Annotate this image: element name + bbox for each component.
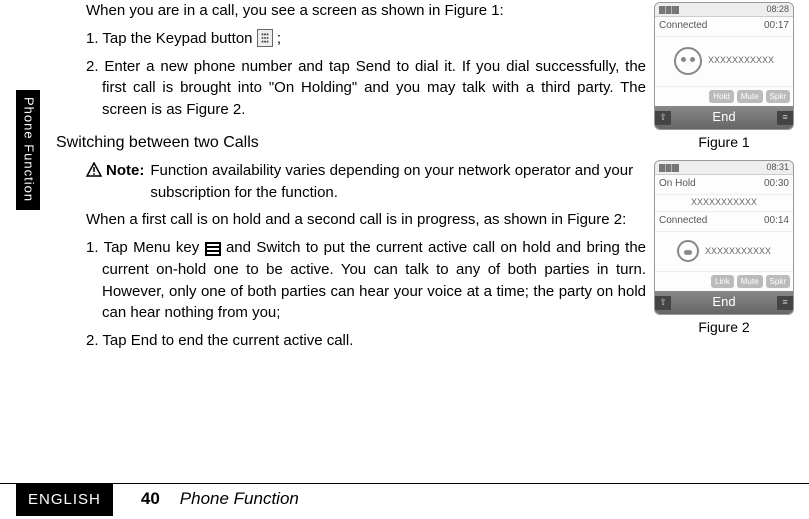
menu-icon [205, 242, 221, 256]
signal-icon [659, 6, 679, 14]
fig2-onhold-timer: 00:30 [764, 177, 789, 192]
fig1-face-row: XXXXXXXXXXX [655, 37, 793, 87]
fig2-clock: 08:31 [766, 161, 789, 174]
intro-text-2: When a first call is on hold and a secon… [86, 209, 646, 231]
fig2-buttons: Link Mute Spkr [655, 272, 793, 292]
step-3-text-a: 1. Tap Menu key [86, 239, 199, 256]
fig1-number: XXXXXXXXXXX [708, 54, 774, 67]
fig1-left-softkey-icon[interactable]: ⇧ [655, 111, 671, 125]
fig1-right-softkey-icon[interactable]: ≡ [777, 111, 793, 125]
fig2-end-label: End [712, 293, 735, 312]
fig1-end-label: End [712, 108, 735, 127]
step-1-text-a: 1. Tap the Keypad button [86, 30, 253, 47]
side-tab-phone-function: Phone Function [16, 90, 40, 210]
fig1-clock: 08:28 [766, 3, 789, 16]
step-1-text-b: ; [273, 30, 281, 47]
fig1-end-bar[interactable]: ⇧ End ≡ [655, 106, 793, 129]
step-4: 2. Tap End to end the current active cal… [86, 330, 646, 352]
figure-1-phone: 08:28 Connected 00:17 XXXXXXXXXXX Hold M… [654, 2, 794, 130]
note-label: Note: [106, 160, 144, 204]
fig1-status-text: Connected [659, 19, 707, 34]
fig2-end-bar[interactable]: ⇧ End ≡ [655, 291, 793, 314]
fig2-onhold-row: On Hold 00:30 [655, 175, 793, 195]
figure-2-caption: Figure 2 [649, 317, 799, 337]
note-text: Function availability varies depending o… [150, 160, 646, 204]
fig1-status-bar: 08:28 [655, 3, 793, 17]
step-2: 2. Enter a new phone number and tap Send… [86, 56, 646, 121]
page-footer: ENGLISH 40 Phone Function [0, 483, 809, 515]
figure-1-caption: Figure 1 [649, 132, 799, 152]
face-icon [674, 47, 702, 75]
fig2-status-text: Connected [659, 214, 707, 229]
fig2-face-row: XXXXXXXXXXX [655, 232, 793, 272]
fig2-spkr-button[interactable]: Spkr [766, 275, 790, 289]
fig1-connected-row: Connected 00:17 [655, 17, 793, 37]
fig2-mute-button[interactable]: Mute [737, 275, 763, 289]
figure-2-phone: 08:31 On Hold 00:30 XXXXXXXXXXX Connecte… [654, 160, 794, 315]
step-1: 1. Tap the Keypad button ; [86, 28, 646, 50]
fig2-right-softkey-icon[interactable]: ≡ [777, 296, 793, 310]
signal-icon [659, 164, 679, 172]
language-badge: ENGLISH [16, 483, 113, 517]
figures-column: 08:28 Connected 00:17 XXXXXXXXXXX Hold M… [649, 2, 799, 345]
main-content: When you are in a call, you see a screen… [86, 0, 646, 358]
fig2-timer: 00:14 [764, 214, 789, 229]
fig2-connected-row: Connected 00:14 [655, 212, 793, 232]
fig2-left-softkey-icon[interactable]: ⇧ [655, 296, 671, 310]
page-number: 40 [141, 487, 160, 512]
fig2-status-bar: 08:31 [655, 161, 793, 175]
section-heading: Switching between two Calls [56, 131, 646, 154]
face-icon [677, 240, 699, 262]
keypad-icon [257, 29, 273, 47]
fig2-link-button[interactable]: Link [711, 275, 734, 289]
intro-text-1: When you are in a call, you see a screen… [86, 0, 646, 22]
step-3: 1. Tap Menu key and Switch to put the cu… [86, 237, 646, 324]
fig2-number: XXXXXXXXXXX [705, 245, 771, 258]
footer-title: Phone Function [180, 487, 299, 512]
fig1-spkr-button[interactable]: Spkr [766, 90, 790, 104]
note-row: Note: Function availability varies depen… [86, 160, 646, 204]
fig1-hold-button[interactable]: Hold [709, 90, 733, 104]
fig2-onhold-num-row: XXXXXXXXXXX [655, 195, 793, 213]
fig2-onhold-text: On Hold [659, 177, 696, 192]
fig2-onhold-number: XXXXXXXXXXX [691, 197, 757, 207]
fig1-buttons: Hold Mute Spkr [655, 87, 793, 107]
fig1-mute-button[interactable]: Mute [737, 90, 763, 104]
warning-icon [86, 162, 102, 178]
fig1-timer: 00:17 [764, 19, 789, 34]
